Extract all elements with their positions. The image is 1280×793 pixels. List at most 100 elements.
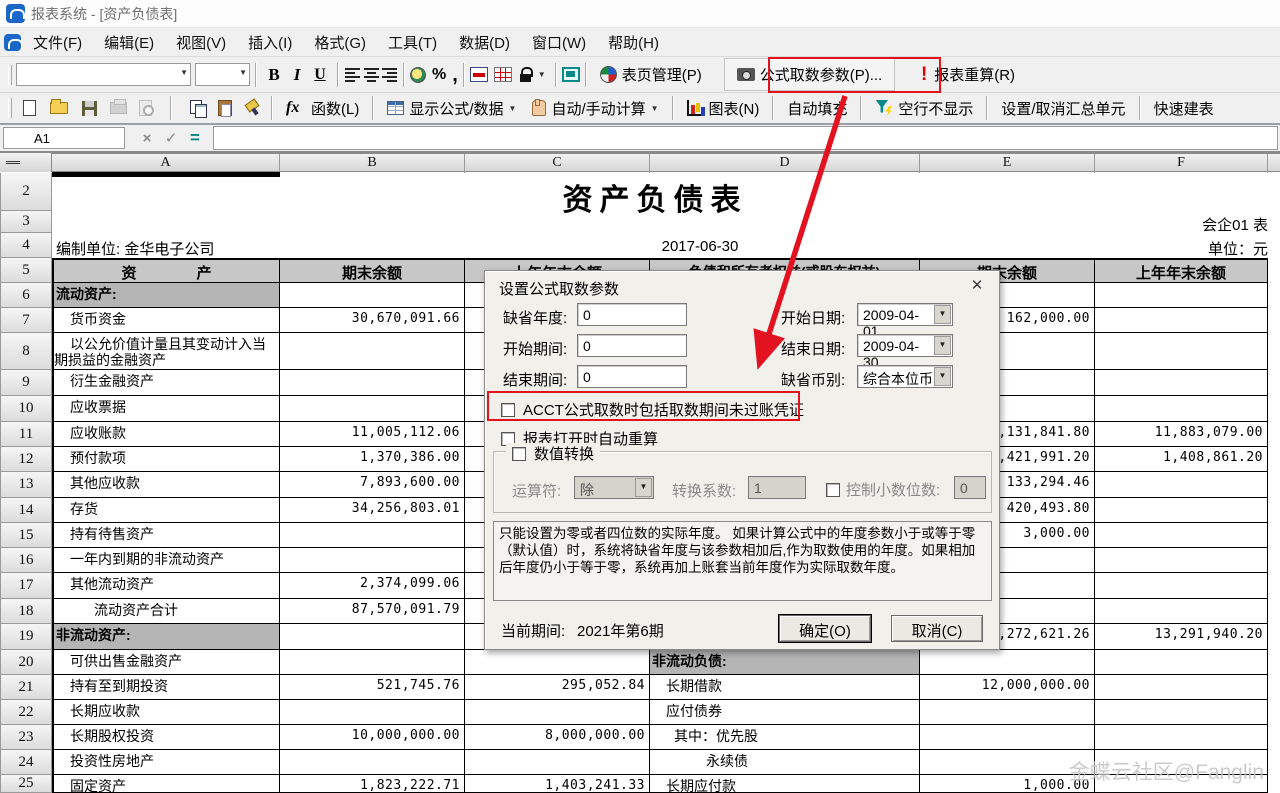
cell[interactable]: 34,256,803.01 [280,498,465,523]
cell[interactable] [280,283,465,308]
menu-insert[interactable]: 插入(I) [238,29,302,56]
cell[interactable]: 上年年末余额 [1095,258,1268,283]
font-size-combo[interactable] [195,63,250,86]
cell[interactable]: 流动资产: [52,283,280,308]
toolbar-grip[interactable] [8,65,12,85]
currency-combo[interactable]: 综合本位币 [857,365,953,388]
row-header[interactable]: 4 [0,233,52,258]
chevron-down-icon[interactable] [934,305,951,324]
cell[interactable] [1095,472,1268,498]
row-header[interactable]: 12 [0,447,52,472]
new-file-icon[interactable] [23,100,36,116]
toolbar-grip[interactable] [8,98,12,118]
chevron-down-icon[interactable] [180,68,188,77]
cell[interactable]: 521,745.76 [280,675,465,700]
cell[interactable] [920,725,1095,750]
cell[interactable]: 7,893,600.00 [280,472,465,498]
function-button[interactable]: fx 函数(L) [278,94,367,123]
cell[interactable]: 一年内到期的非流动资产 [52,548,280,573]
row-header[interactable]: 19 [0,624,52,650]
cell[interactable]: 长期借款 [650,675,920,700]
row-header[interactable]: 5 [0,258,52,283]
col-header-c[interactable]: C [465,154,650,173]
cell[interactable]: 持有待售资产 [52,523,280,548]
cell[interactable]: 固定资产 [52,775,280,793]
cell[interactable]: 应收票据 [52,396,280,422]
cell[interactable] [280,700,465,725]
cell[interactable] [280,370,465,396]
italic-button[interactable]: I [286,65,308,85]
cell[interactable]: 11,005,112.06 [280,422,465,447]
confirm-entry-icon[interactable]: ✓ [159,129,183,147]
cell[interactable] [280,548,465,573]
cell[interactable]: 衍生金融资产 [52,370,280,396]
cell[interactable]: 资 产 [52,258,280,283]
row-header[interactable]: 9 [0,370,52,396]
row-header[interactable]: 17 [0,573,52,599]
cell[interactable] [1095,396,1268,422]
close-icon[interactable]: × [967,275,987,297]
cell[interactable]: 非流动负债: [650,650,920,675]
cell[interactable]: 长期股权投资 [52,725,280,750]
open-file-icon[interactable] [50,102,68,114]
cell[interactable] [1095,283,1268,308]
cell[interactable] [1095,308,1268,333]
start-date-combo[interactable]: 2009-04-01 [857,303,953,326]
cell[interactable] [920,650,1095,675]
hide-empty-rows-button[interactable]: 空行不显示 [867,94,981,123]
acct-checkbox[interactable]: ACCT公式取数时包括取数期间未过账凭证 [501,399,804,420]
align-right-icon[interactable] [380,66,398,83]
cell[interactable]: 10,000,000.00 [280,725,465,750]
font-family-combo[interactable] [16,63,191,86]
cell-reference-box[interactable]: A1 [3,127,125,149]
menu-format[interactable]: 格式(G) [304,29,376,56]
cell[interactable]: 其中：优先股 [650,725,920,750]
quick-table-button[interactable]: 快速建表 [1146,94,1222,123]
chevron-down-icon[interactable] [239,68,247,77]
cell[interactable]: 非流动资产: [52,624,280,650]
cell[interactable]: 可供出售金融资产 [52,650,280,675]
cell[interactable]: 1,823,222.71 [280,775,465,793]
row-header[interactable]: 16 [0,548,52,573]
cell[interactable]: 持有至到期投资 [52,675,280,700]
cell[interactable] [1095,700,1268,725]
row-header[interactable]: 18 [0,599,52,624]
cell[interactable] [1095,498,1268,523]
cell[interactable] [1095,725,1268,750]
row-header[interactable]: 10 [0,396,52,422]
cell[interactable] [1095,548,1268,573]
cell[interactable]: 期末余额 [280,258,465,283]
autofill-button[interactable]: 自动填充 [779,94,855,123]
menu-tools[interactable]: 工具(T) [378,29,447,56]
cell[interactable] [1095,573,1268,599]
row-header[interactable]: 15 [0,523,52,548]
percent-format-button[interactable]: % [432,66,446,84]
copy-icon[interactable] [190,100,206,116]
borders-icon[interactable] [494,67,512,82]
cell[interactable]: 87,570,091.79 [280,599,465,624]
cell[interactable]: 应付债券 [650,700,920,725]
cell[interactable] [1095,599,1268,624]
row-header[interactable]: 25 [0,775,52,793]
chevron-down-icon[interactable] [934,367,951,386]
row-header[interactable]: 11 [0,422,52,447]
align-left-icon[interactable] [344,66,362,83]
cell[interactable] [1095,523,1268,548]
cell[interactable]: 11,883,079.00 [1095,422,1268,447]
cell[interactable] [1095,333,1268,370]
page-manage-button[interactable]: 表页管理(P) [592,60,710,89]
summary-cell-button[interactable]: 设置/取消汇总单元 [993,94,1133,123]
align-center-icon[interactable] [362,66,380,83]
end-date-combo[interactable]: 2009-04-30 [857,334,953,357]
row-header[interactable]: 2 [0,173,52,211]
cell[interactable]: 8,000,000.00 [465,725,650,750]
save-icon[interactable] [82,101,97,116]
comma-format-button[interactable]: , [452,70,458,80]
auto-manual-calc-button[interactable]: 自动/手动计算 [524,94,666,123]
cell[interactable]: 其他流动资产 [52,573,280,599]
cell[interactable]: 1,408,861.20 [1095,447,1268,472]
sheet-window-icon[interactable] [562,67,580,82]
menu-help[interactable]: 帮助(H) [598,29,669,56]
col-header-d[interactable]: D [650,154,920,173]
cell[interactable] [280,523,465,548]
